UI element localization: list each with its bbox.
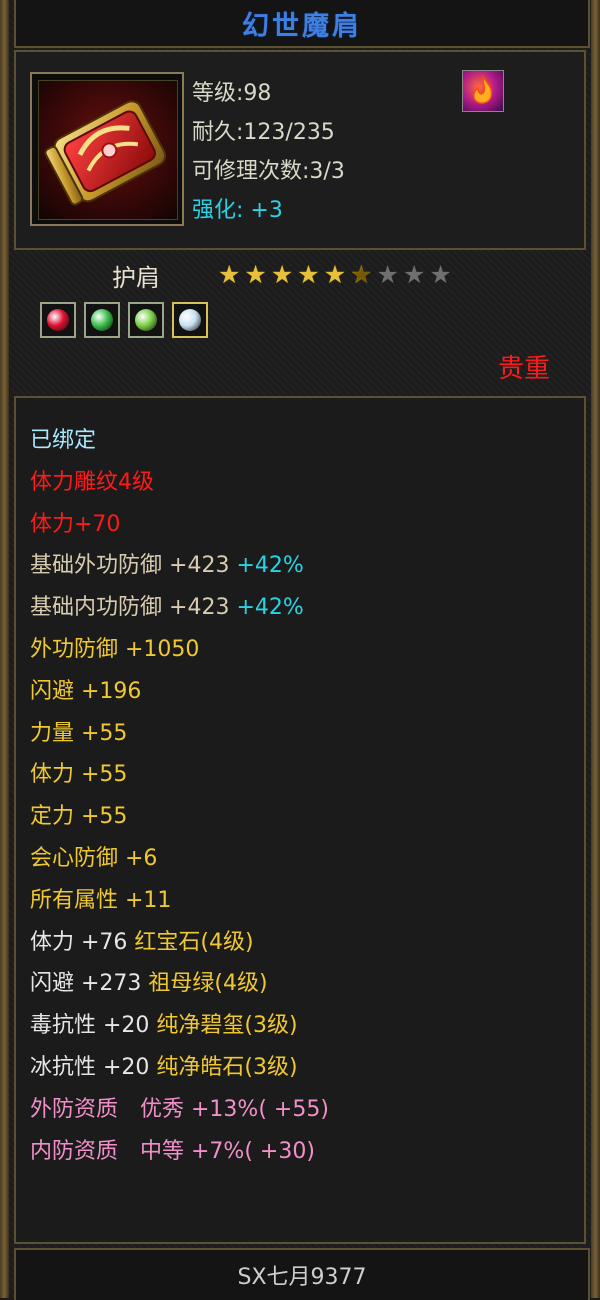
carve-bonus: 体力+70	[30, 511, 121, 537]
gem2-stat: 闪避 +273	[30, 971, 142, 997]
all-attr: 所有属性 +11	[30, 887, 172, 913]
item-icon-frame[interactable]	[30, 72, 184, 226]
item-enhance: 强化: +3	[192, 191, 345, 230]
star-filled-icon: ★	[218, 260, 241, 289]
gem3-name: 纯净碧玺(3级)	[156, 1013, 298, 1039]
emerald-gem-icon[interactable]	[84, 302, 120, 338]
star-empty-icon: ★	[376, 260, 399, 289]
base-int-def-pct: +42%	[236, 595, 304, 621]
crit-def: 会心防御 +6	[30, 845, 158, 871]
base-int-def-row: 基础内功防御 +423 +42%	[30, 587, 329, 629]
focus: 定力 +55	[30, 804, 128, 830]
base-ext-def-pct: +42%	[236, 553, 304, 579]
ruby-gem-icon[interactable]	[40, 302, 76, 338]
equip-slot-label: 护肩	[112, 264, 160, 292]
gem1-name: 红宝石(4级)	[134, 929, 254, 955]
owner-bar: SX七月9377	[14, 1248, 590, 1300]
flame-badge-icon	[462, 70, 504, 112]
gem-sockets	[40, 302, 208, 338]
gem-dot	[91, 309, 113, 331]
title-bar: 幻世魔肩	[14, 0, 590, 48]
left-border	[0, 0, 9, 1298]
base-int-def-label: 基础内功防御	[30, 595, 163, 621]
gem-dot	[135, 309, 157, 331]
item-summary-panel: 等级:98 耐久:123/235 可修理次数:3/3 强化: +3	[14, 50, 586, 250]
int-aptitude: 内防资质 中等 +7%( +30)	[30, 1138, 315, 1164]
dodge: 闪避 +196	[30, 678, 142, 704]
diamond-gem-icon[interactable]	[172, 302, 208, 338]
equip-info-panel: 护肩 ★ ★ ★ ★ ★ ★ ★ ★ ★ 贵重	[14, 250, 582, 390]
emerald-gem-icon[interactable]	[128, 302, 164, 338]
star-empty-icon: ★	[402, 260, 426, 289]
gem-dot	[179, 309, 201, 331]
base-ext-def-row: 基础外功防御 +423 +42%	[30, 545, 329, 587]
gem-bonus-row: 冰抗性 +20 纯净皓石(3级)	[30, 1047, 329, 1089]
base-ext-def-label: 基础外功防御	[30, 553, 163, 579]
star-filled-icon: ★	[297, 260, 320, 289]
item-durability: 耐久:123/235	[192, 120, 335, 145]
item-stats: 等级:98 耐久:123/235 可修理次数:3/3 强化: +3	[192, 74, 345, 230]
gem-bonus-row: 毒抗性 +20 纯净碧玺(3级)	[30, 1005, 329, 1047]
stamina: 体力 +55	[30, 762, 128, 788]
star-filled-icon: ★	[323, 260, 347, 289]
enhance-value: +3	[250, 198, 283, 223]
base-int-def-value: +423	[169, 595, 230, 621]
carve-name: 体力雕纹4级	[30, 469, 154, 495]
attribute-list: 已绑定 体力雕纹4级 体力+70 基础外功防御 +423 +42% 基础内功防御…	[30, 420, 329, 1172]
shoulder-armor-icon	[38, 80, 178, 220]
right-border	[591, 0, 600, 1298]
gem-bonus-row: 体力 +76 红宝石(4级)	[30, 922, 329, 964]
gem-dot	[47, 309, 69, 331]
item-name: 幻世魔肩	[242, 10, 362, 42]
star-filled-icon: ★	[244, 260, 267, 289]
star-empty-icon: ★	[429, 260, 452, 289]
ext-aptitude: 外防资质 优秀 +13%( +55)	[30, 1096, 329, 1122]
enhance-label: 强化:	[192, 198, 244, 223]
gem4-name: 纯净皓石(3级)	[156, 1054, 298, 1080]
item-repair-count: 可修理次数:3/3	[192, 159, 345, 184]
owner-name: SX七月9377	[237, 1265, 367, 1290]
quality-label: 贵重	[497, 354, 550, 384]
item-tooltip: 幻世魔肩 等级:98 耐久:123/235 可修理次数:3/3 强化: +3 护…	[0, 0, 600, 1300]
star-half-icon: ★	[350, 260, 373, 289]
item-level: 等级:98	[192, 81, 272, 106]
star-filled-icon: ★	[270, 260, 294, 289]
ext-def: 外功防御 +1050	[30, 636, 200, 662]
gem3-stat: 毒抗性 +20	[30, 1013, 150, 1039]
gem4-stat: 冰抗性 +20	[30, 1054, 150, 1080]
gem-bonus-row: 闪避 +273 祖母绿(4级)	[30, 963, 329, 1005]
base-ext-def-value: +423	[169, 553, 230, 579]
bound-status: 已绑定	[30, 428, 97, 453]
attribute-panel: 已绑定 体力雕纹4级 体力+70 基础外功防御 +423 +42% 基础内功防御…	[14, 396, 586, 1244]
gem2-name: 祖母绿(4级)	[148, 971, 268, 997]
star-rating: ★ ★ ★ ★ ★ ★ ★ ★ ★	[218, 262, 452, 288]
gem1-stat: 体力 +76	[30, 929, 128, 955]
strength: 力量 +55	[30, 720, 128, 746]
